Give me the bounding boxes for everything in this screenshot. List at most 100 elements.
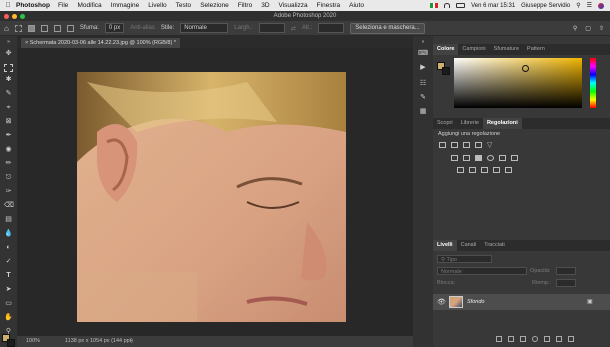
italian-flag-icon[interactable]	[430, 3, 439, 8]
dodge-tool-icon[interactable]: ◐	[4, 244, 13, 252]
group-folder-icon[interactable]	[544, 336, 550, 342]
color-lookup-icon[interactable]	[511, 155, 518, 161]
brush-settings-icon[interactable]: ✎	[418, 94, 428, 102]
antialias-checkbox[interactable]: Anti-alias	[130, 25, 155, 31]
tab-librerie[interactable]: Librerie	[457, 118, 483, 129]
menu-aiuto[interactable]: Aiuto	[349, 2, 364, 9]
path-selection-tool-icon[interactable]: ➤	[4, 286, 13, 294]
tab-livelli[interactable]: Livelli	[433, 240, 457, 251]
history-icon[interactable]: ⌨	[418, 50, 428, 58]
color-balance-icon[interactable]	[463, 155, 470, 161]
home-icon[interactable]: ⌂	[4, 24, 9, 33]
crop-tool-icon[interactable]: ⌖	[4, 104, 13, 112]
blur-tool-icon[interactable]: 💧	[4, 230, 13, 238]
link-layers-icon[interactable]	[496, 336, 502, 342]
move-tool-icon[interactable]: ✥	[4, 50, 13, 58]
menubar-datetime[interactable]: Ven 6 mar 15:31	[471, 3, 515, 9]
posterize-icon[interactable]	[469, 167, 476, 173]
menu-livello[interactable]: Livello	[148, 2, 166, 9]
zoom-window-icon[interactable]	[20, 14, 25, 19]
wifi-icon[interactable]	[444, 3, 451, 8]
black-white-icon[interactable]	[475, 155, 482, 161]
siri-icon[interactable]	[598, 2, 604, 9]
menu-finestra[interactable]: Finestra	[317, 2, 340, 9]
tab-colore[interactable]: Colore	[433, 44, 459, 55]
eye-visibility-icon[interactable]: 👁	[437, 298, 446, 306]
menu-visualizza[interactable]: Visualizza	[279, 2, 308, 9]
delete-layer-icon[interactable]	[568, 336, 574, 342]
eraser-tool-icon[interactable]: ⌫	[4, 202, 14, 210]
threshold-icon[interactable]	[481, 167, 488, 173]
workspace-icon[interactable]: ▢	[585, 25, 591, 32]
tab-pattern[interactable]: Pattern	[523, 44, 549, 55]
background-color-swatch[interactable]	[442, 67, 450, 75]
layer-filter-select[interactable]: ⚲ Tipo	[437, 255, 492, 263]
color-picker-field[interactable]	[454, 58, 582, 108]
eyedropper-tool-icon[interactable]: ✒	[4, 132, 13, 140]
channel-mixer-icon[interactable]	[499, 155, 506, 161]
menu-filtro[interactable]: Filtro	[238, 2, 252, 9]
history-brush-tool-icon[interactable]: ✑	[4, 188, 13, 196]
subtract-selection-icon[interactable]	[53, 24, 61, 32]
collapse-tools-icon[interactable]: »	[4, 38, 13, 46]
blend-mode-select[interactable]: Normale	[437, 267, 527, 275]
menu-immagine[interactable]: Immagine	[111, 2, 140, 9]
pen-tool-icon[interactable]: ✓	[4, 258, 13, 266]
select-and-mask-button[interactable]: Seleziona e maschera...	[350, 22, 425, 34]
menubar-user[interactable]: Giuseppe Servidio	[521, 3, 570, 9]
exposure-icon[interactable]	[475, 142, 482, 148]
document-tab[interactable]: × Schermata 2020-03-06 alle 14.22.23.jpg…	[21, 38, 180, 48]
swatches-grid-icon[interactable]: ▦	[418, 108, 428, 116]
tab-sfumature[interactable]: Sfumature	[490, 44, 523, 55]
type-tool-icon[interactable]: T	[4, 272, 13, 280]
layer-row[interactable]: 👁 Sfondo ▣	[433, 294, 610, 310]
control-center-icon[interactable]: ☰	[587, 2, 592, 9]
feather-input[interactable]: 0 px	[104, 23, 125, 33]
hue-slider[interactable]	[590, 58, 596, 108]
tab-tracciati[interactable]: Tracciati	[480, 240, 509, 251]
curves-icon[interactable]	[463, 142, 470, 148]
opacity-input[interactable]	[556, 267, 576, 275]
rect-marquee-tool-icon[interactable]	[4, 64, 13, 72]
levels-icon[interactable]	[451, 142, 458, 148]
tab-canali[interactable]: Canali	[457, 240, 481, 251]
tab-scopri[interactable]: Scopri	[433, 118, 457, 129]
status-menu-icon[interactable]: ›	[130, 336, 132, 347]
minimize-window-icon[interactable]	[12, 14, 17, 19]
invert-icon[interactable]	[457, 167, 464, 173]
photo-filter-icon[interactable]	[487, 155, 494, 161]
fill-input[interactable]	[556, 279, 576, 287]
style-select[interactable]: Normale	[180, 23, 229, 33]
brightness-contrast-icon[interactable]	[439, 142, 446, 148]
menu-testo[interactable]: Testo	[176, 2, 192, 9]
lasso-tool-icon[interactable]: ✱	[4, 76, 13, 84]
brush-tool-icon[interactable]: ✏	[4, 160, 13, 168]
gradient-map-icon[interactable]	[493, 167, 500, 173]
apple-icon[interactable]: 	[0, 2, 16, 9]
search-icon[interactable]: ⚲	[573, 25, 577, 32]
healing-brush-tool-icon[interactable]: ◉	[4, 146, 13, 154]
intersect-selection-icon[interactable]	[66, 24, 74, 32]
document-image[interactable]	[77, 72, 346, 322]
menu-file[interactable]: File	[58, 2, 68, 9]
document-size[interactable]: 1138 px x 1054 px (144 ppi)	[65, 336, 133, 347]
clone-stamp-tool-icon[interactable]: ⎋	[4, 174, 13, 182]
share-icon[interactable]: ⇧	[599, 25, 604, 32]
background-color-swatch[interactable]	[7, 339, 15, 347]
search-icon[interactable]: ⚲	[576, 2, 580, 9]
swap-dimensions-icon[interactable]: ⇄	[291, 25, 296, 32]
menu-app-name[interactable]: Photoshop	[16, 2, 50, 9]
height-input[interactable]	[318, 23, 345, 33]
gradient-tool-icon[interactable]: ▤	[4, 216, 13, 224]
marquee-preset-icon[interactable]	[14, 24, 22, 32]
hue-saturation-icon[interactable]	[451, 155, 458, 161]
zoom-level[interactable]: 100%	[26, 336, 40, 347]
menu-modifica[interactable]: Modifica	[77, 2, 101, 9]
color-picker-cursor[interactable]	[522, 65, 529, 72]
tab-regolazioni[interactable]: Regolazioni	[482, 118, 522, 129]
quick-selection-tool-icon[interactable]: ✎	[4, 90, 13, 98]
battery-icon[interactable]	[456, 3, 466, 8]
layer-style-icon[interactable]	[508, 336, 514, 342]
collapse-panels-icon[interactable]: «	[418, 38, 428, 46]
tab-campioni[interactable]: Campioni	[458, 44, 489, 55]
